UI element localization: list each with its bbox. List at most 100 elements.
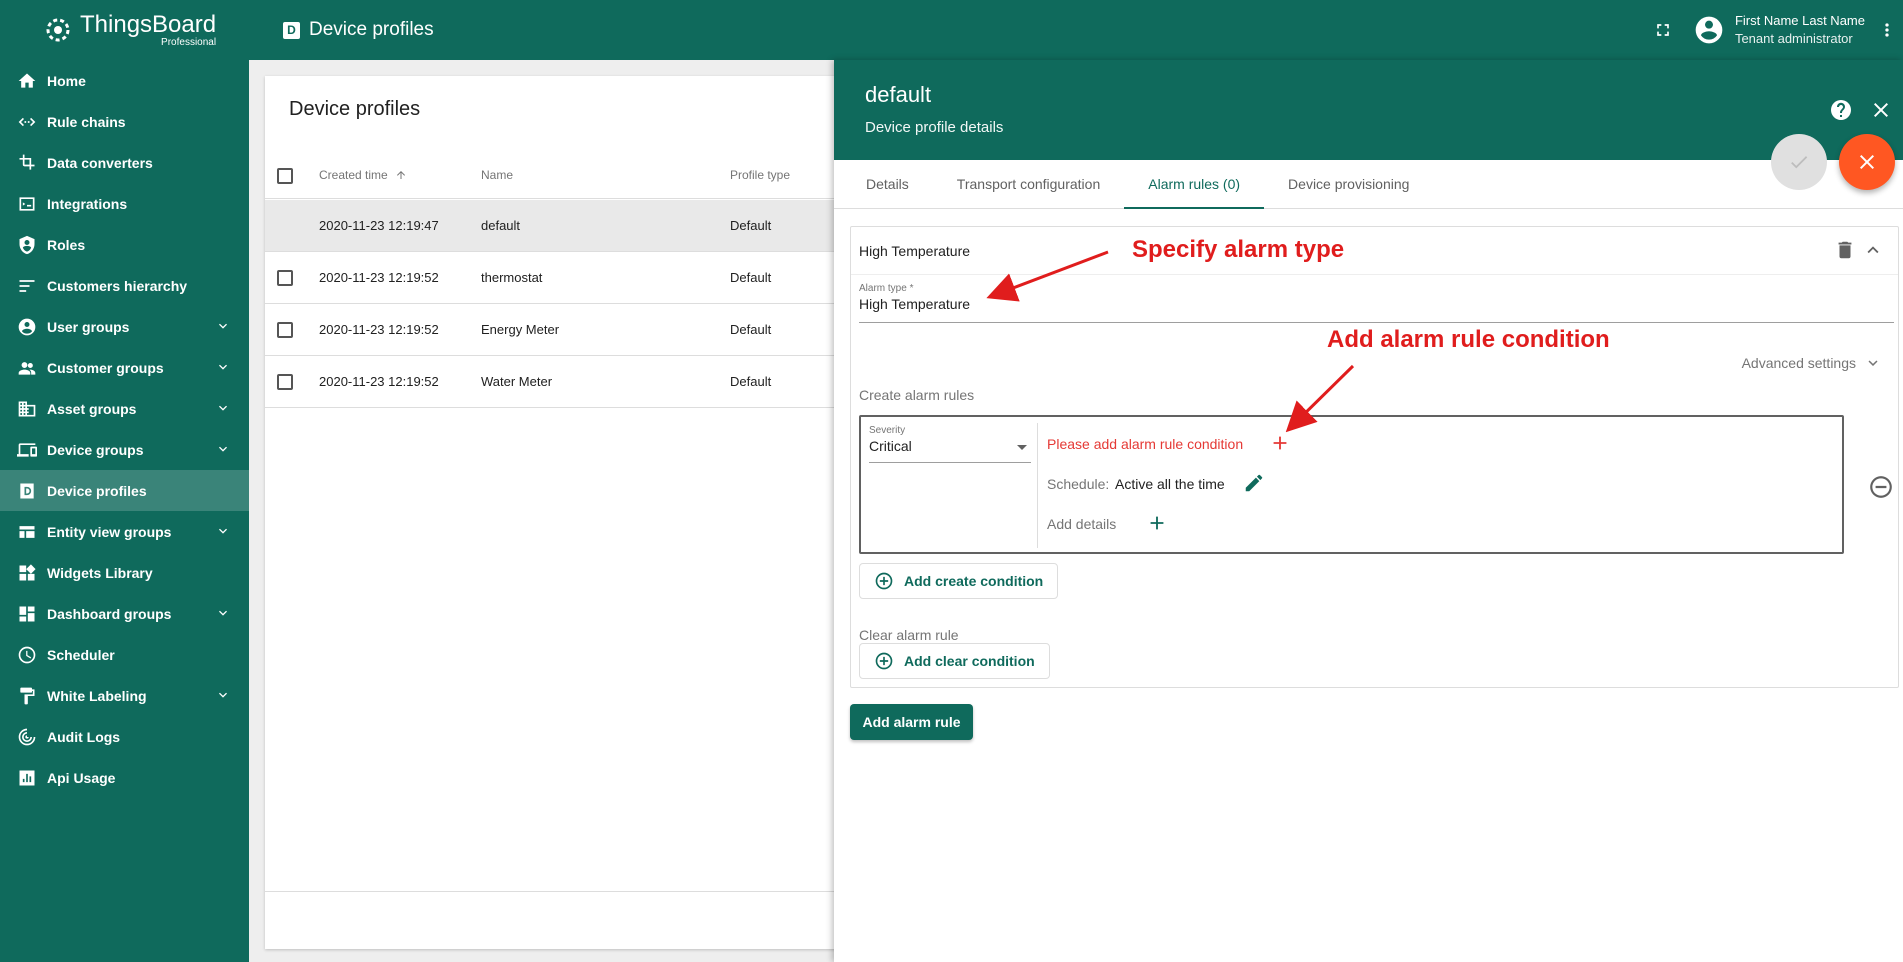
alarm-type-input[interactable]: High Temperature [859,296,1894,312]
cell-type: Default [730,270,772,285]
details-subtitle: Device profile details [865,119,1004,136]
sidebar-item-label: Api Usage [47,769,116,786]
logo[interactable]: ThingsBoard Professional [0,0,249,60]
sidebar-item-label: Entity view groups [47,523,172,540]
sidebar-item-api-usage[interactable]: Api Usage [0,757,249,798]
close-icon[interactable] [1869,98,1893,122]
severity-select[interactable]: Severity Critical [869,425,1031,463]
device-groups-icon [16,439,38,461]
row-checkbox[interactable] [277,322,293,338]
alarm-type-field[interactable]: Alarm type * High Temperature [859,283,1894,323]
divider [1037,423,1038,548]
chevron-down-icon[interactable] [215,318,231,334]
sidebar-item-white-labeling[interactable]: White Labeling [0,675,249,716]
table-row[interactable]: 2020-11-23 12:19:47 default Default [265,200,865,252]
sidebar-item-entity-view-groups[interactable]: Entity view groups [0,511,249,552]
edit-icon[interactable] [1243,472,1265,494]
sidebar-item-customers-hierarchy[interactable]: Customers hierarchy [0,265,249,306]
sidebar-item-label: Roles [47,236,86,253]
sidebar-item-dashboard-groups[interactable]: Dashboard groups [0,593,249,634]
integrations-icon [16,193,38,215]
chevron-up-icon[interactable] [1862,239,1884,261]
help-icon[interactable] [1829,98,1853,122]
data-converters-icon [16,152,38,174]
clear-alarm-rule-label: Clear alarm rule [859,627,959,643]
fullscreen-icon[interactable] [1651,18,1675,42]
chevron-down-icon[interactable] [215,523,231,539]
alarm-rule-card: High Temperature Alarm type * High Tempe… [850,226,1899,688]
delete-icon[interactable] [1834,239,1856,261]
chevron-down-icon[interactable] [215,359,231,375]
add-create-condition-button[interactable]: Add create condition [859,563,1059,599]
sidebar-item-integrations[interactable]: Integrations [0,183,249,224]
sidebar-item-label: Widgets Library [47,564,153,581]
row-checkbox[interactable] [277,270,293,286]
sidebar-item-device-groups[interactable]: Device groups [0,429,249,470]
advanced-settings-toggle[interactable]: Advanced settings [1742,354,1882,372]
device-profiles-icon [16,480,38,502]
user-name: First Name Last Name [1734,13,1865,28]
avatar[interactable] [1693,14,1725,46]
column-created-time[interactable]: Created time [319,168,407,182]
add-details-icon[interactable] [1146,512,1168,534]
add-condition-icon[interactable] [1269,432,1291,454]
sidebar-item-label: Rule chains [47,113,126,130]
table-row[interactable]: 2020-11-23 12:19:52 thermostat Default [265,252,865,304]
sidebar-item-audit-logs[interactable]: Audit Logs [0,716,249,757]
column-profile-type[interactable]: Profile type [730,168,790,182]
sidebar-item-customer-groups[interactable]: Customer groups [0,347,249,388]
sidebar-item-widgets-library[interactable]: Widgets Library [0,552,249,593]
condition-prompt: Please add alarm rule condition [1047,436,1244,452]
chevron-down-icon[interactable] [215,605,231,621]
add-clear-condition-button[interactable]: Add clear condition [859,643,1050,679]
audit-logs-icon [16,726,38,748]
api-usage-icon [16,767,38,789]
column-name[interactable]: Name [481,168,513,182]
more-vert-icon[interactable] [1877,18,1897,42]
sidebar-item-scheduler[interactable]: Scheduler [0,634,249,675]
asset-groups-icon [16,398,38,420]
details-panel: default Device profile details Details T… [834,60,1903,962]
tab-device-provisioning[interactable]: Device provisioning [1264,160,1433,208]
table-row[interactable]: 2020-11-23 12:19:52 Energy Meter Default [265,304,865,356]
add-details-label: Add details [1047,516,1117,532]
topbar: D Device profiles First Name Last Name T… [249,0,1903,60]
remove-circle-icon[interactable] [1868,474,1894,500]
tab-alarm-rules[interactable]: Alarm rules (0) [1124,160,1264,209]
cell-created: 2020-11-23 12:19:47 [319,218,439,233]
chevron-down-icon [1868,360,1878,366]
cell-type: Default [730,374,772,389]
cell-name: default [481,218,521,233]
severity-label: Severity [869,425,906,436]
rule-chains-icon [16,111,38,133]
sidebar-item-data-converters[interactable]: Data converters [0,142,249,183]
white-labeling-icon [16,685,38,707]
sidebar-item-label: Dashboard groups [47,605,172,622]
row-checkbox[interactable] [277,374,293,390]
chevron-down-icon[interactable] [215,400,231,416]
tab-transport-configuration[interactable]: Transport configuration [933,160,1124,208]
chevron-down-icon[interactable] [215,441,231,457]
user-groups-icon [16,316,38,338]
sidebar-item-user-groups[interactable]: User groups [0,306,249,347]
chevron-down-icon[interactable] [215,687,231,703]
logo-subtitle: Professional [161,36,217,48]
sidebar-item-label: Customer groups [47,359,164,376]
user-role: Tenant administrator [1734,31,1853,46]
sidebar-item-label: User groups [47,318,130,335]
details-header: default Device profile details [834,60,1903,160]
add-alarm-rule-button[interactable]: Add alarm rule [850,704,973,740]
sidebar-item-asset-groups[interactable]: Asset groups [0,388,249,429]
sidebar-item-label: Home [47,72,86,89]
select-all-checkbox[interactable] [277,168,293,184]
sidebar-item-device-profiles[interactable]: Device profiles [0,470,249,511]
tab-details[interactable]: Details [842,160,933,208]
table-row[interactable]: 2020-11-23 12:19:52 Water Meter Default [265,356,865,408]
add-circle-icon [875,652,893,670]
alarm-rule-header[interactable]: High Temperature [851,227,1898,275]
sidebar-item-rule-chains[interactable]: Rule chains [0,101,249,142]
sidebar-item-label: Scheduler [47,646,115,663]
sidebar-item-home[interactable]: Home [0,60,249,101]
sidebar-item-roles[interactable]: Roles [0,224,249,265]
sidebar-item-label: Audit Logs [47,728,121,745]
